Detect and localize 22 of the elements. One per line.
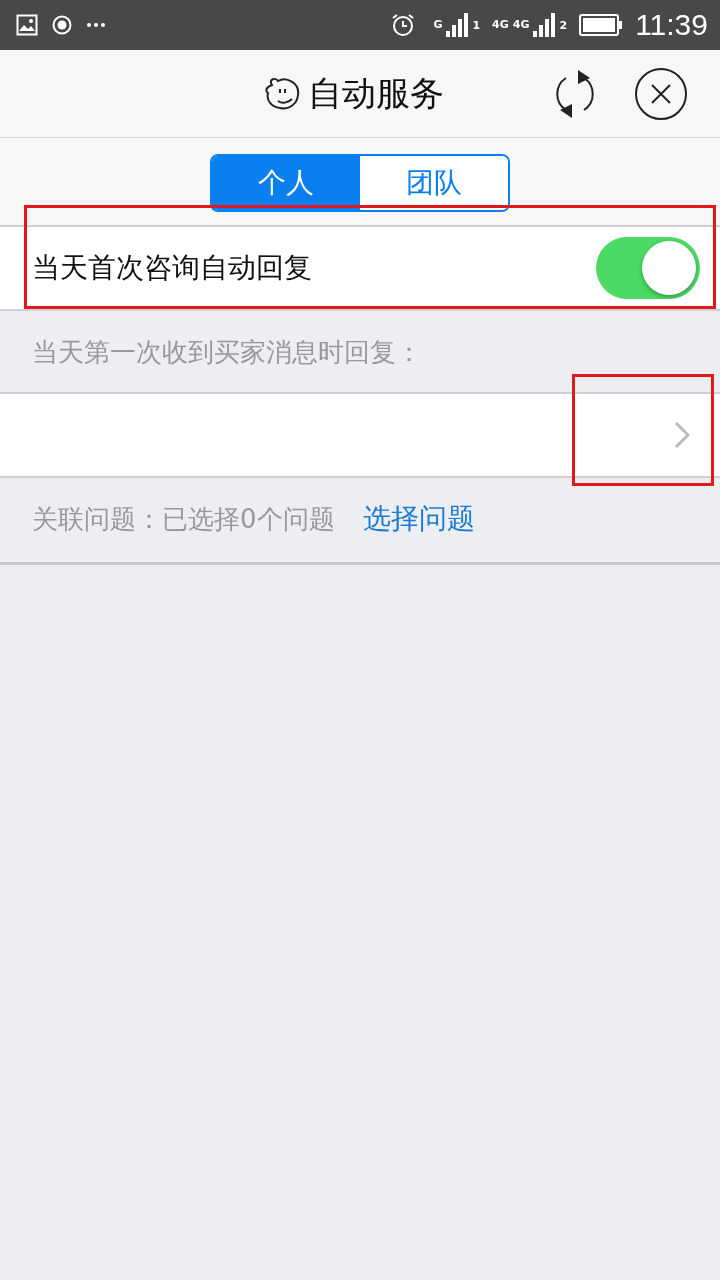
customer-service-icon: [264, 76, 302, 111]
network-label: G: [433, 18, 443, 31]
setting-label: 当天首次咨询自动回复: [32, 250, 313, 286]
chevron-right-icon: [674, 421, 690, 449]
select-questions-link[interactable]: 选择问题: [362, 500, 475, 538]
clock-time: 11:39: [635, 8, 708, 42]
image-icon: [16, 14, 38, 36]
page-title: 自动服务: [308, 71, 444, 115]
network-label: 4G: [512, 18, 530, 31]
signal-icon: [446, 13, 469, 37]
related-questions-label: 关联问题：已选择0个问题: [32, 502, 335, 536]
alarm-icon: [391, 13, 416, 37]
signal-icon: [533, 13, 556, 37]
more-icon: [86, 22, 106, 28]
record-icon: [52, 15, 72, 35]
network-label: 4G: [492, 18, 509, 31]
close-icon[interactable]: [634, 66, 688, 121]
segment-tab[interactable]: 个人: [212, 156, 360, 210]
sim-slot-label: 1: [472, 19, 481, 32]
sim-slot-label: 2: [559, 19, 568, 32]
segment-tab[interactable]: 团队: [360, 156, 508, 210]
battery-icon: [579, 14, 624, 36]
